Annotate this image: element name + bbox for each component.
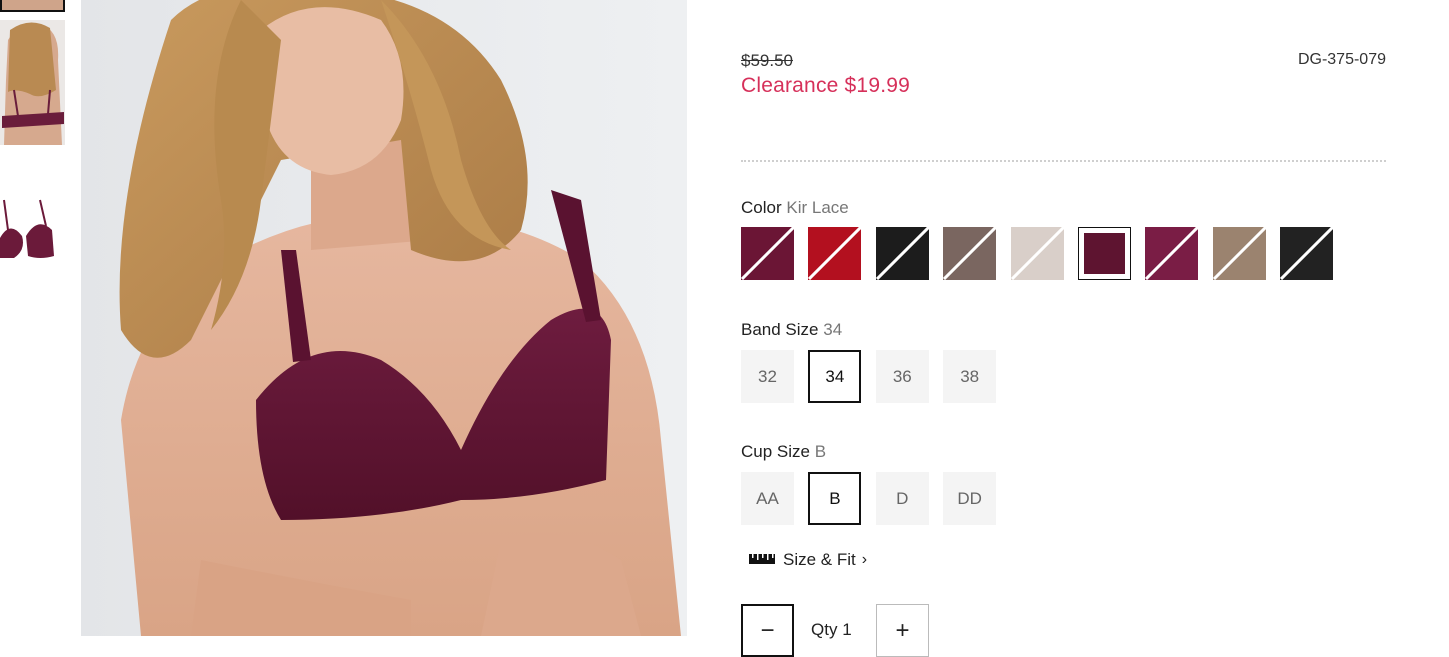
- color-swatch[interactable]: [1145, 227, 1199, 280]
- unavailable-slash-icon: [1212, 227, 1266, 280]
- unavailable-slash-icon: [1010, 227, 1064, 280]
- quantity-display: Qty 1: [811, 620, 852, 640]
- cup-size-label-text: Cup Size: [741, 442, 810, 461]
- decrease-quantity-button[interactable]: −: [741, 604, 794, 657]
- cup-size-option[interactable]: B: [808, 472, 862, 525]
- unavailable-slash-icon: [1280, 227, 1334, 280]
- cup-size-label: Cup Size B: [741, 442, 826, 462]
- color-swatch[interactable]: [1010, 227, 1064, 280]
- unavailable-slash-icon: [808, 227, 862, 280]
- quantity-label: Qty: [811, 620, 838, 639]
- color-label-text: Color: [741, 198, 782, 217]
- band-size-label: Band Size 34: [741, 320, 842, 340]
- unavailable-slash-icon: [875, 227, 929, 280]
- color-swatch[interactable]: [1280, 227, 1334, 280]
- color-swatch[interactable]: [943, 227, 997, 280]
- band-size-option[interactable]: 38: [943, 350, 997, 403]
- band-size-selected-value: 34: [823, 320, 843, 339]
- color-swatch[interactable]: [741, 227, 794, 280]
- original-price: $59.50: [741, 51, 793, 70]
- band-size-label-text: Band Size: [741, 320, 819, 339]
- size-fit-label: Size & Fit: [783, 550, 856, 569]
- cup-size-selected-value: B: [814, 442, 827, 461]
- cup-size-option[interactable]: D: [875, 472, 929, 525]
- unavailable-slash-icon: [1145, 227, 1199, 280]
- color-selected-value: Kir Lace: [786, 198, 849, 217]
- color-swatch-fill: [1084, 233, 1125, 274]
- chevron-right-icon: ›: [861, 551, 868, 568]
- model-photo: [81, 0, 687, 636]
- thumbnail-3[interactable]: [0, 180, 65, 280]
- cup-size-option[interactable]: AA: [741, 472, 794, 525]
- thumbnail-3-image: [0, 180, 65, 280]
- cup-size-option[interactable]: DD: [943, 472, 997, 525]
- product-sku: DG-375-079: [1297, 51, 1386, 68]
- color-swatch[interactable]: [808, 227, 862, 280]
- thumbnail-2[interactable]: [0, 20, 65, 145]
- unavailable-slash-icon: [741, 227, 794, 280]
- product-hero-image: [81, 0, 687, 636]
- color-label: Color Kir Lace: [741, 198, 849, 218]
- thumbnail-1-image: [2, 0, 63, 10]
- thumbnail-strip: [0, 0, 66, 636]
- thumbnail-2-image: [0, 20, 65, 145]
- color-swatch[interactable]: [1078, 227, 1131, 280]
- color-swatch[interactable]: [875, 227, 929, 280]
- dotted-divider: [741, 160, 1386, 162]
- band-size-option[interactable]: 34: [808, 350, 862, 403]
- increase-quantity-button[interactable]: +: [876, 604, 929, 657]
- thumbnail-1[interactable]: [0, 0, 65, 12]
- product-options-panel: $59.50 Clearance $19.99 DG-375-079 Color…: [741, 0, 1386, 657]
- size-fit-link[interactable]: Size & Fit ›: [749, 550, 867, 570]
- color-swatch[interactable]: [1212, 227, 1266, 280]
- band-size-option[interactable]: 32: [741, 350, 794, 403]
- unavailable-slash-icon: [943, 227, 997, 280]
- ruler-icon: [749, 550, 775, 570]
- quantity-value: 1: [842, 620, 852, 639]
- clearance-price: Clearance $19.99: [741, 74, 910, 97]
- band-size-option[interactable]: 36: [875, 350, 929, 403]
